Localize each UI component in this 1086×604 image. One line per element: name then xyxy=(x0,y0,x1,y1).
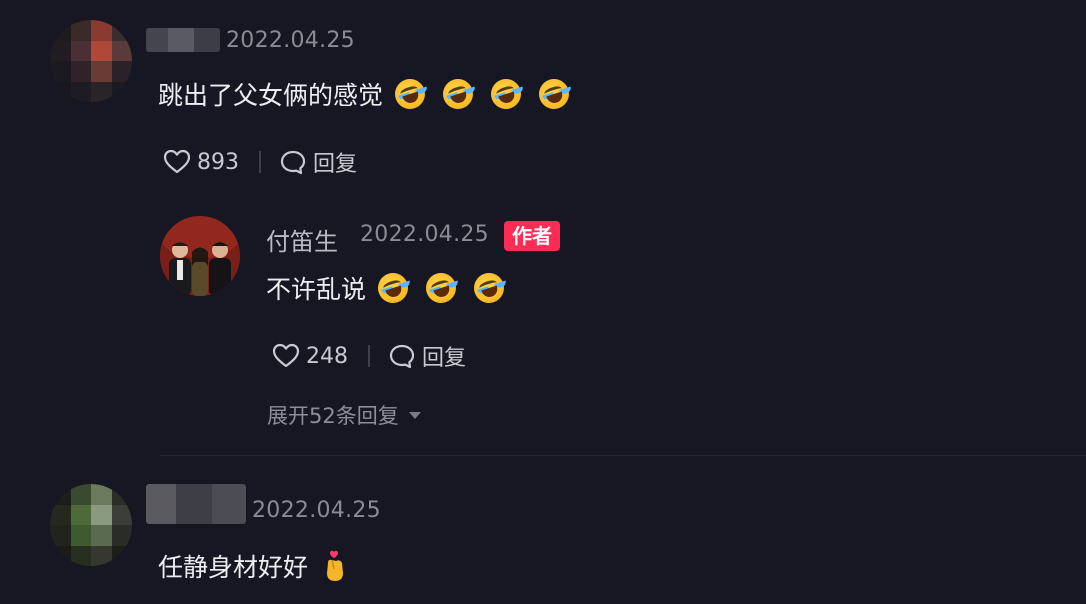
reply-text: 不许乱说 xyxy=(266,269,508,307)
username-blurred[interactable] xyxy=(146,484,246,524)
laughing-emoji-icon xyxy=(422,269,460,307)
comment-text: 跳出了父女俩的感觉 xyxy=(158,75,573,113)
like-count: 248 xyxy=(306,343,348,369)
reply-bubble-icon[interactable] xyxy=(388,343,416,369)
heart-icon[interactable] xyxy=(163,149,191,175)
laughing-emoji-icon xyxy=(487,75,525,113)
username-blurred[interactable] xyxy=(146,28,220,52)
reply-bubble-icon[interactable] xyxy=(279,149,307,175)
reply-button[interactable]: 回复 xyxy=(313,146,357,178)
comment-section: 2022.04.25 跳出了父女俩的感觉 893 回复 付笛生 2022.04.… xyxy=(0,0,1086,604)
finger-heart-icon xyxy=(322,549,348,583)
author-name[interactable]: 付笛生 xyxy=(266,222,338,257)
divider xyxy=(368,345,370,367)
heart-icon[interactable] xyxy=(272,343,300,369)
expand-replies-label: 展开52条回复 xyxy=(267,404,399,428)
reply-actions: 248 回复 xyxy=(272,341,466,371)
laughing-emoji-icon xyxy=(374,269,412,307)
reply-button[interactable]: 回复 xyxy=(422,340,466,372)
laughing-emoji-icon xyxy=(535,75,573,113)
like-count: 893 xyxy=(197,149,239,175)
expand-replies-button[interactable]: 展开52条回复 xyxy=(267,400,421,430)
comment-timestamp: 2022.04.25 xyxy=(252,498,381,523)
reply-body: 不许乱说 xyxy=(266,275,367,304)
thread-divider xyxy=(160,455,1086,456)
avatar[interactable] xyxy=(50,20,132,102)
reply-timestamp: 2022.04.25 xyxy=(360,222,489,247)
comment-actions: 893 回复 xyxy=(163,147,357,177)
chevron-down-icon xyxy=(408,411,421,419)
comment-text: 任静身材好好 xyxy=(158,546,348,586)
laughing-emoji-icon xyxy=(439,75,477,113)
author-badge: 作者 xyxy=(504,221,560,251)
laughing-emoji-icon xyxy=(391,75,429,113)
comment-body: 跳出了父女俩的感觉 xyxy=(158,81,384,110)
avatar[interactable] xyxy=(50,484,132,566)
laughing-emoji-icon xyxy=(470,269,508,307)
comment-timestamp: 2022.04.25 xyxy=(226,28,355,53)
comment-body: 任静身材好好 xyxy=(158,553,309,582)
author-avatar[interactable] xyxy=(160,216,240,296)
divider xyxy=(259,151,261,173)
